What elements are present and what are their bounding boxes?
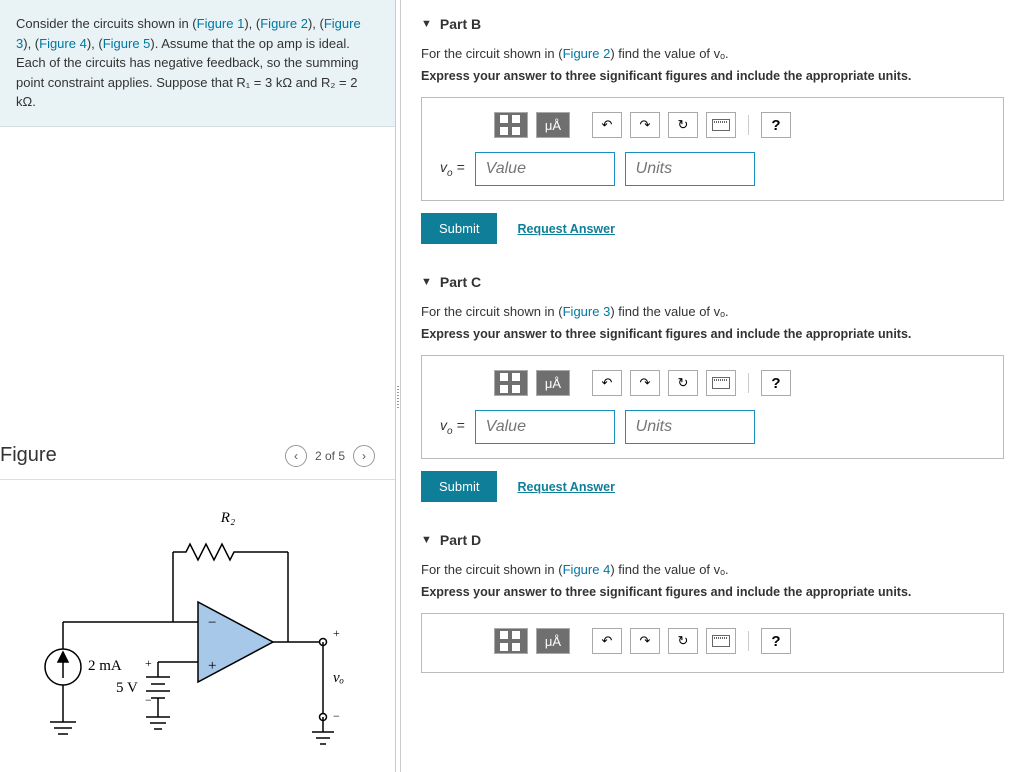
figure-next-button[interactable]: › (353, 445, 375, 467)
figure-title: Figure (0, 444, 57, 467)
problem-statement: Consider the circuits shown in (Figure 1… (0, 0, 395, 127)
svg-text:+: + (208, 658, 216, 674)
part-d-answer-box: μÅ ↶ ↷ ↻ ? (421, 613, 1004, 673)
part-c-instruction: Express your answer to three significant… (421, 327, 1004, 341)
part-b-desc: For the circuit shown in (Figure 2) find… (421, 46, 1004, 61)
part-b: ▼ Part B For the circuit shown in (Figur… (421, 16, 1004, 244)
svg-text:−: − (208, 615, 216, 631)
templates-button[interactable] (494, 370, 528, 396)
part-d: ▼ Part D For the circuit shown in (Figur… (421, 532, 1004, 673)
part-c-figure-link[interactable]: Figure 3 (563, 304, 611, 319)
part-c-label: Part C (440, 274, 481, 290)
part-c-submit-button[interactable]: Submit (421, 471, 497, 502)
panel-resizer[interactable] (395, 0, 401, 772)
svg-text:−: − (145, 693, 152, 707)
figure2-link[interactable]: Figure 2 (260, 16, 308, 31)
templates-button[interactable] (494, 628, 528, 654)
units-button[interactable]: μÅ (536, 112, 570, 138)
part-c-value-input[interactable] (475, 410, 615, 444)
redo-button[interactable]: ↷ (630, 628, 660, 654)
part-d-instruction: Express your answer to three significant… (421, 585, 1004, 599)
units-button[interactable]: μÅ (536, 628, 570, 654)
part-b-toolbar: μÅ ↶ ↷ ↻ ? (494, 112, 985, 138)
collapse-icon: ▼ (421, 18, 432, 30)
collapse-icon: ▼ (421, 276, 432, 288)
figure-prev-button[interactable]: ‹ (285, 445, 307, 467)
part-b-submit-button[interactable]: Submit (421, 213, 497, 244)
keyboard-button[interactable] (706, 628, 736, 654)
undo-button[interactable]: ↶ (592, 628, 622, 654)
svg-text:vₒ: vₒ (333, 670, 344, 686)
part-b-request-answer[interactable]: Request Answer (517, 222, 614, 236)
figure-panel: Figure ‹ 2 of 5 › (0, 444, 395, 772)
part-b-answer-box: μÅ ↶ ↷ ↻ ? vo = (421, 97, 1004, 201)
part-c-toolbar: μÅ ↶ ↷ ↻ ? (494, 370, 985, 396)
svg-text:2 mA: 2 mA (88, 658, 122, 674)
redo-button[interactable]: ↷ (630, 370, 660, 396)
figure-page-label: 2 of 5 (315, 449, 345, 463)
reset-button[interactable]: ↻ (668, 112, 698, 138)
circuit-diagram: R₂ 2 mA 5 V − + + − + vₒ − (28, 492, 368, 752)
reset-button[interactable]: ↻ (668, 370, 698, 396)
part-d-toolbar: μÅ ↶ ↷ ↻ ? (494, 628, 985, 654)
part-c-request-answer[interactable]: Request Answer (517, 480, 614, 494)
redo-button[interactable]: ↷ (630, 112, 660, 138)
part-c-lhs: vo = (440, 417, 465, 437)
help-button[interactable]: ? (761, 370, 791, 396)
keyboard-button[interactable] (706, 370, 736, 396)
part-b-header[interactable]: ▼ Part B (421, 16, 1004, 32)
part-c-answer-box: μÅ ↶ ↷ ↻ ? vo = (421, 355, 1004, 459)
svg-text:+: + (145, 656, 152, 670)
figure-divider (0, 479, 395, 480)
collapse-icon: ▼ (421, 534, 432, 546)
svg-text:R₂: R₂ (219, 510, 234, 526)
part-c-desc: For the circuit shown in (Figure 3) find… (421, 304, 1004, 319)
figure-pager: ‹ 2 of 5 › (285, 445, 375, 467)
part-c-units-input[interactable] (625, 410, 755, 444)
part-d-label: Part D (440, 532, 481, 548)
help-button[interactable]: ? (761, 112, 791, 138)
part-b-instruction: Express your answer to three significant… (421, 69, 1004, 83)
parts-scroll[interactable]: ▼ Part B For the circuit shown in (Figur… (401, 0, 1024, 772)
units-button[interactable]: μÅ (536, 370, 570, 396)
part-b-units-input[interactable] (625, 152, 755, 186)
help-button[interactable]: ? (761, 628, 791, 654)
keyboard-icon (712, 377, 730, 389)
reset-button[interactable]: ↻ (668, 628, 698, 654)
figure5-link[interactable]: Figure 5 (103, 36, 151, 51)
templates-button[interactable] (494, 112, 528, 138)
part-b-figure-link[interactable]: Figure 2 (563, 46, 611, 61)
keyboard-icon (712, 119, 730, 131)
part-c-header[interactable]: ▼ Part C (421, 274, 1004, 290)
svg-text:5 V: 5 V (116, 680, 138, 696)
svg-text:−: − (333, 709, 340, 723)
part-d-header[interactable]: ▼ Part D (421, 532, 1004, 548)
keyboard-button[interactable] (706, 112, 736, 138)
svg-text:+: + (333, 626, 340, 640)
part-b-value-input[interactable] (475, 152, 615, 186)
part-b-lhs: vo = (440, 159, 465, 179)
undo-button[interactable]: ↶ (592, 370, 622, 396)
part-d-figure-link[interactable]: Figure 4 (563, 562, 611, 577)
figure4-link[interactable]: Figure 4 (39, 36, 87, 51)
undo-button[interactable]: ↶ (592, 112, 622, 138)
part-c: ▼ Part C For the circuit shown in (Figur… (421, 274, 1004, 502)
part-d-desc: For the circuit shown in (Figure 4) find… (421, 562, 1004, 577)
figure1-link[interactable]: Figure 1 (197, 16, 245, 31)
keyboard-icon (712, 635, 730, 647)
part-b-label: Part B (440, 16, 481, 32)
